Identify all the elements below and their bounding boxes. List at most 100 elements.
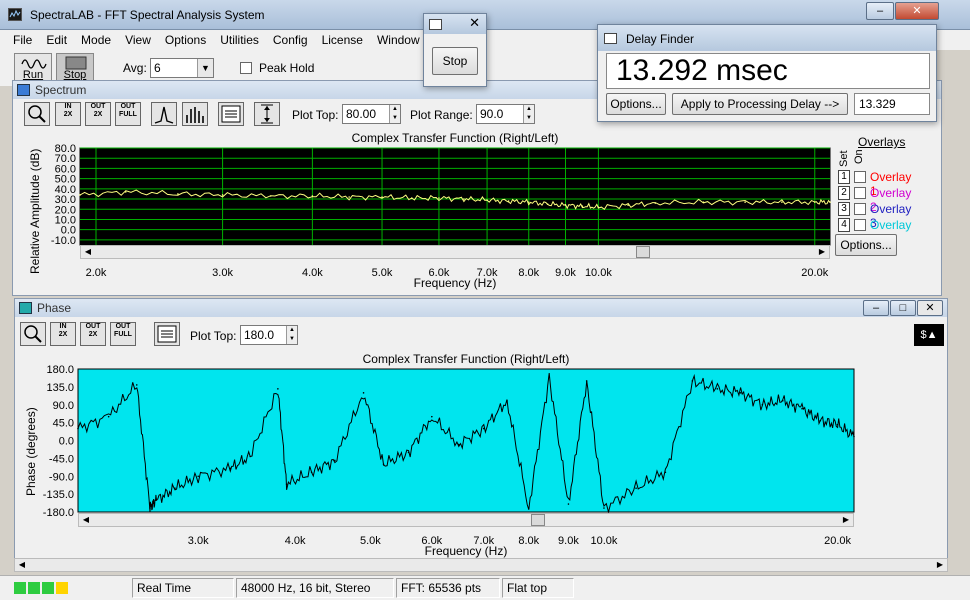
phase-maximize-button[interactable]: □ (890, 300, 916, 316)
status-fft-size: FFT: 65536 pts (396, 578, 500, 598)
line-plot-icon (154, 106, 174, 124)
phase-zoom-in-2x-button[interactable]: IN 2X (50, 322, 76, 346)
phase-icon (19, 302, 32, 314)
minimize-button[interactable]: – (866, 2, 894, 20)
spin-arrows-icon[interactable]: ▲ ▼ (389, 105, 400, 123)
data-table-button[interactable] (218, 102, 244, 126)
overlay-2-checkbox[interactable] (854, 187, 866, 199)
scroll-right-icon[interactable]: ▶ (933, 559, 947, 571)
spectrum-scrollbar[interactable]: ◀ ▶ (80, 245, 830, 259)
overlay-set-column-label: Set (838, 150, 850, 167)
apply-processing-delay-button[interactable]: Apply to Processing Delay --> (672, 93, 848, 115)
menu-edit[interactable]: Edit (39, 33, 74, 47)
spectrum-plot-range-value: 90.0 (480, 107, 504, 121)
delay-finder-title: Delay Finder (626, 32, 695, 46)
menu-file[interactable]: File (6, 33, 39, 47)
run-button[interactable]: Run (14, 53, 52, 83)
avg-value: 6 (154, 61, 161, 75)
spectrum-plot-range-input[interactable]: 90.0 ▲ ▼ (476, 104, 535, 124)
spectrum-plot-top-input[interactable]: 80.00 ▲ ▼ (342, 104, 401, 124)
phase-zoom-out-full-button[interactable]: OUT FULL (110, 322, 136, 346)
magnifier-icon (24, 325, 42, 343)
phase-magnifier-button[interactable] (20, 322, 46, 346)
overlay-4-checkbox[interactable] (854, 219, 866, 231)
scroll-left-icon[interactable]: ◀ (81, 246, 95, 258)
phase-unwrap-icon[interactable]: $▲ (914, 324, 944, 346)
zoom-full-icon: OUT FULL (119, 103, 137, 118)
spectrum-scroll-thumb[interactable] (636, 246, 650, 258)
overlay-3-checkbox[interactable] (854, 203, 866, 215)
phase-plot-top-label: Plot Top: (190, 329, 237, 343)
menu-license[interactable]: License (315, 33, 370, 47)
menu-mode[interactable]: Mode (74, 33, 118, 47)
phase-close-button[interactable]: ✕ (917, 300, 943, 316)
overlay-options-button[interactable]: Options... (835, 234, 897, 256)
zoom-out-2x-button[interactable]: OUT 2X (85, 102, 111, 126)
overlay-on-column-label: On (853, 149, 865, 164)
phase-title-bar: Phase (15, 299, 947, 317)
spectrum-title: Spectrum (35, 83, 87, 97)
avg-label: Avg: (123, 61, 147, 75)
app-icon (8, 8, 22, 21)
processing-delay-field[interactable]: 13.329 (854, 93, 930, 115)
stop-button[interactable]: Stop (56, 53, 94, 83)
overlay-2-set-button[interactable]: 2 (838, 186, 850, 200)
scroll-left-icon[interactable]: ◀ (79, 514, 93, 526)
level-meter-icon (14, 582, 68, 594)
stop-window-title-bar: ✕ (424, 14, 486, 34)
spin-arrows-icon[interactable]: ▲ ▼ (523, 105, 534, 123)
spectrum-icon (17, 84, 30, 96)
zoom-out-icon: OUT 2X (90, 103, 106, 118)
phase-y-axis-label: Phase (degrees) (24, 407, 38, 496)
menu-utilities[interactable]: Utilities (213, 33, 266, 47)
zoom-out-full-button[interactable]: OUT FULL (115, 102, 141, 126)
scroll-right-icon[interactable]: ▶ (839, 514, 853, 526)
stop-window-icon (429, 19, 442, 30)
phase-plot-top-input[interactable]: 180.0 ▲ ▼ (240, 325, 298, 345)
stop-window-button[interactable]: Stop (432, 47, 478, 75)
spectrum-y-axis-label: Relative Amplitude (dB) (28, 148, 42, 274)
spectrum-plot-top-label: Plot Top: (292, 108, 339, 122)
bar-plot-button[interactable] (182, 102, 208, 126)
zoom-in-2x-button[interactable]: IN 2X (55, 102, 81, 126)
autoscale-button[interactable] (254, 102, 280, 126)
status-mode: Real Time (132, 578, 234, 598)
scroll-right-icon[interactable]: ▶ (815, 246, 829, 258)
delay-options-button[interactable]: Options... (606, 93, 666, 115)
overlay-4-set-button[interactable]: 4 (838, 218, 850, 232)
avg-select[interactable]: 6 ▼ (150, 58, 214, 78)
phase-data-table-button[interactable] (154, 322, 180, 346)
bar-plot-icon (186, 107, 204, 123)
phase-minimize-button[interactable]: – (863, 300, 889, 316)
peak-hold-checkbox[interactable] (240, 62, 252, 74)
line-plot-button[interactable] (151, 102, 177, 126)
phase-scroll-thumb[interactable] (531, 514, 545, 526)
menu-window[interactable]: Window (370, 33, 427, 47)
delay-readout: 13.292 msec (606, 53, 930, 89)
delay-finder-window: Delay Finder 13.292 msec Options... Appl… (597, 24, 937, 122)
spectrum-plot-top-value: 80.00 (346, 107, 377, 121)
menu-view[interactable]: View (118, 33, 158, 47)
overlay-3-set-button[interactable]: 3 (838, 202, 850, 216)
spectrum-plot-title: Complex Transfer Function (Right/Left) (351, 131, 559, 145)
phase-scrollbar[interactable]: ◀ ▶ (78, 513, 854, 527)
phase-zoom-out-2x-button[interactable]: OUT 2X (80, 322, 106, 346)
close-button[interactable]: ✕ (895, 2, 939, 20)
menu-config[interactable]: Config (266, 33, 315, 47)
phase-window-controls: – □ ✕ (862, 300, 943, 316)
overlay-1-checkbox[interactable] (854, 171, 866, 183)
zoom-in-icon: IN 2X (63, 103, 73, 118)
menu-options[interactable]: Options (158, 33, 213, 47)
stop-window: ✕ Stop (423, 13, 487, 87)
spin-arrows-icon[interactable]: ▲ ▼ (286, 326, 297, 344)
overlay-1-set-button[interactable]: 1 (838, 170, 850, 184)
zoom-in-icon: IN 2X (58, 323, 68, 338)
scroll-left-icon[interactable]: ◀ (15, 559, 29, 571)
status-bar: Real Time 48000 Hz, 16 bit, Stereo FFT: … (0, 575, 970, 600)
chevron-down-icon[interactable]: ▼ (197, 59, 213, 77)
magnifier-button[interactable] (24, 102, 50, 126)
window-controls: – ✕ (865, 2, 939, 20)
stop-window-close-icon[interactable]: ✕ (469, 15, 480, 31)
autoscale-icon (261, 104, 273, 124)
main-horizontal-scrollbar[interactable]: ◀ ▶ (14, 558, 948, 572)
